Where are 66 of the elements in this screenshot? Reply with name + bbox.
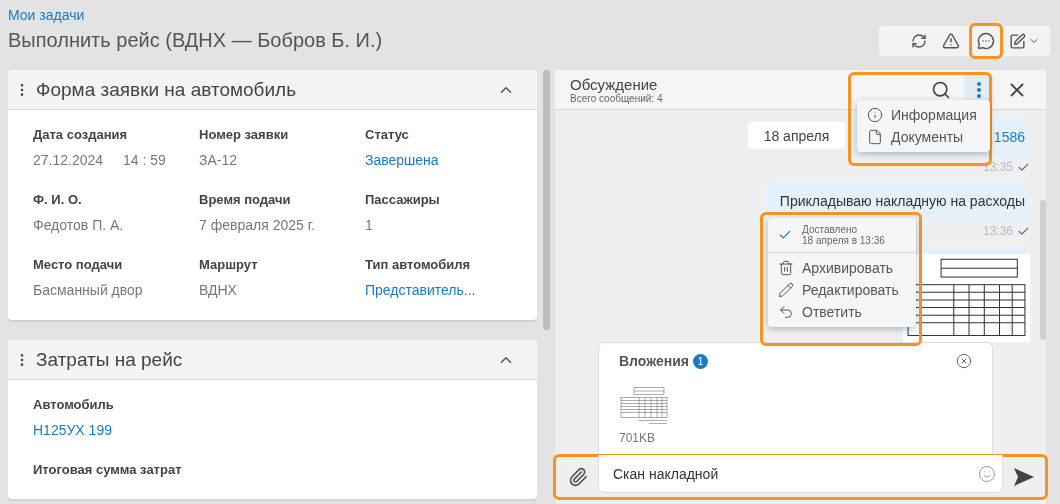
- field-label: Итоговая сумма затрат: [33, 462, 183, 477]
- pencil-icon: [778, 282, 794, 298]
- field-value: ЗА-12: [199, 152, 238, 168]
- field-value: 7 февраля 2025 г.: [199, 217, 315, 233]
- file-size: 701KB: [619, 431, 656, 445]
- page-title: Выполнить рейс (ВДНХ — Бобров Б. И.): [8, 29, 383, 52]
- menu-item-label: Архивировать: [802, 260, 894, 276]
- warning-icon: [942, 32, 960, 50]
- menu-item[interactable]: Редактировать: [768, 279, 916, 301]
- field-label: Номер заявки: [199, 127, 290, 142]
- field-label: Место подачи: [33, 257, 124, 272]
- message-link[interactable]: 1586: [993, 129, 1025, 145]
- message-field[interactable]: Скан накладной: [598, 455, 1003, 493]
- field-value: Басманный двор: [33, 282, 143, 298]
- search-icon: [931, 79, 951, 100]
- field-label: Время подачи: [199, 192, 292, 207]
- field-link[interactable]: Представитель...: [365, 282, 476, 298]
- field-label: Автомобиль: [33, 397, 115, 412]
- field-value: ВДНХ: [199, 282, 237, 298]
- menu-item-label: Редактировать: [802, 282, 899, 298]
- toolbar-button[interactable]: [969, 23, 1003, 59]
- refresh-icon: [911, 33, 927, 49]
- attachments-title: Вложения: [619, 353, 689, 369]
- paperclip-icon[interactable]: [568, 467, 588, 487]
- reply-icon: [778, 304, 794, 320]
- kebab-icon: [977, 81, 981, 98]
- field-link[interactable]: Завершена: [365, 152, 439, 168]
- delivery-time: 18 апреля в 13:36: [802, 235, 885, 246]
- menu-item-label: Ответить: [802, 304, 862, 320]
- menu-item[interactable]: Архивировать: [768, 257, 916, 279]
- panel-title: Обсуждение: [570, 75, 659, 93]
- field-label: Пассажиры: [365, 192, 441, 207]
- field-label: Маршрут: [199, 257, 259, 272]
- scrollbar-thumb[interactable]: [1040, 200, 1046, 340]
- chat-icon: [977, 32, 995, 50]
- field-value: 14 : 59: [123, 152, 166, 168]
- delivery-status: Доставлено: [802, 224, 859, 235]
- scrollbar-thumb[interactable]: [542, 70, 550, 330]
- emoji-icon[interactable]: [978, 464, 996, 483]
- message-input[interactable]: Скан накладной: [611, 464, 978, 483]
- message-text: Прикладываю накладную на расходы: [779, 193, 1025, 209]
- edit-icon: [1009, 32, 1026, 50]
- field-value: 27.12.2024: [33, 152, 104, 168]
- menu-item[interactable]: Ответить: [768, 301, 916, 323]
- field-link[interactable]: Н125УХ 199: [33, 422, 112, 438]
- card-title: Форма заявки на автомобиль: [36, 78, 298, 101]
- field-label: Статус: [365, 127, 410, 142]
- menu-item[interactable]: Информация: [857, 104, 990, 126]
- send-icon[interactable]: [1013, 467, 1035, 487]
- menu-item-label: Документы: [891, 129, 964, 145]
- info-icon: [867, 107, 883, 123]
- field-label: Тип автомобиля: [365, 257, 472, 272]
- trash-icon: [778, 260, 794, 276]
- document-icon: [867, 129, 883, 145]
- breadcrumb-link[interactable]: Мои задачи: [8, 7, 383, 23]
- message-count: Всего сообщений: 4: [570, 92, 664, 104]
- field-value: Федотов П. А.: [33, 217, 124, 233]
- field-label: Дата создания: [33, 127, 129, 142]
- menu-item[interactable]: Документы: [857, 126, 990, 148]
- close-icon[interactable]: [956, 353, 972, 369]
- field-value: 1: [365, 217, 373, 233]
- card-title: Затраты на рейс: [36, 348, 184, 371]
- field-label: Ф. И. О.: [33, 192, 83, 207]
- delivered-check-icon: [778, 228, 792, 242]
- count-badge: 1: [692, 353, 708, 369]
- menu-item-label: Информация: [891, 107, 977, 123]
